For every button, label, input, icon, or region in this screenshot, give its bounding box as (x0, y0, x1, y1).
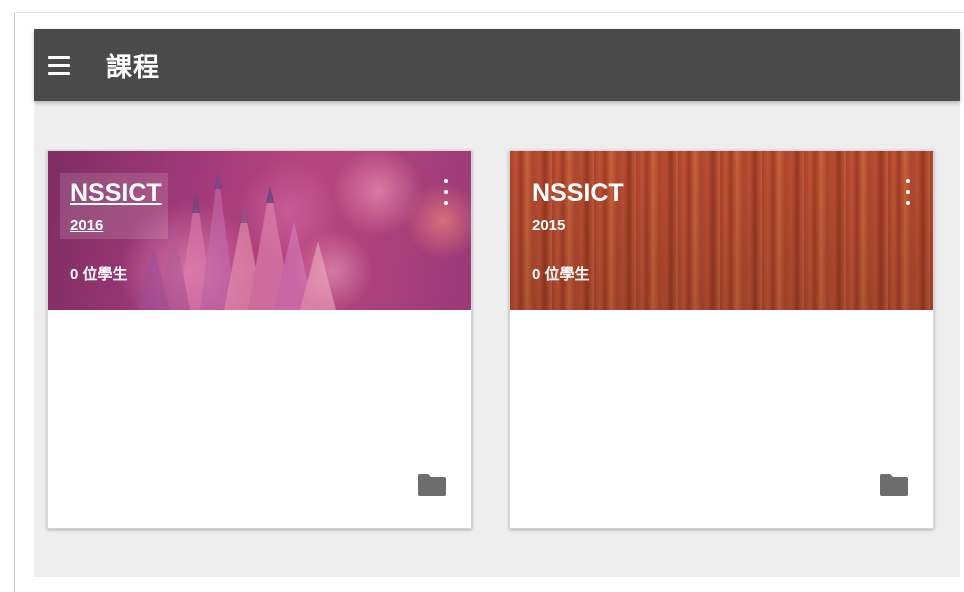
course-section-link[interactable]: 2015 (532, 217, 565, 234)
course-card-nssict-2016[interactable]: NSSICT 2016 0 位學生 (47, 150, 472, 529)
course-section-link[interactable]: 2016 (70, 217, 103, 234)
course-title-link[interactable]: NSSICT (532, 179, 624, 208)
more-vert-icon[interactable] (903, 179, 913, 205)
course-card-header[interactable]: NSSICT 2015 0 位學生 (510, 151, 933, 310)
student-count: 0 位學生 (70, 266, 128, 283)
course-card-nssict-2015[interactable]: NSSICT 2015 0 位學生 (509, 150, 934, 529)
student-count: 0 位學生 (532, 266, 590, 283)
classroom-app: 課程 NSSICT 2016 0 位學生 NSSICT 2015 0 位學生 (34, 29, 960, 577)
course-title-link[interactable]: NSSICT (70, 179, 162, 208)
page-title: 課程 (106, 51, 161, 82)
app-bar: 課程 (34, 29, 960, 101)
course-card-header[interactable]: NSSICT 2016 0 位學生 (48, 151, 471, 310)
more-vert-icon[interactable] (441, 179, 451, 205)
folder-icon[interactable] (417, 473, 447, 497)
hamburger-menu-icon[interactable] (48, 51, 76, 79)
folder-icon[interactable] (879, 473, 909, 497)
